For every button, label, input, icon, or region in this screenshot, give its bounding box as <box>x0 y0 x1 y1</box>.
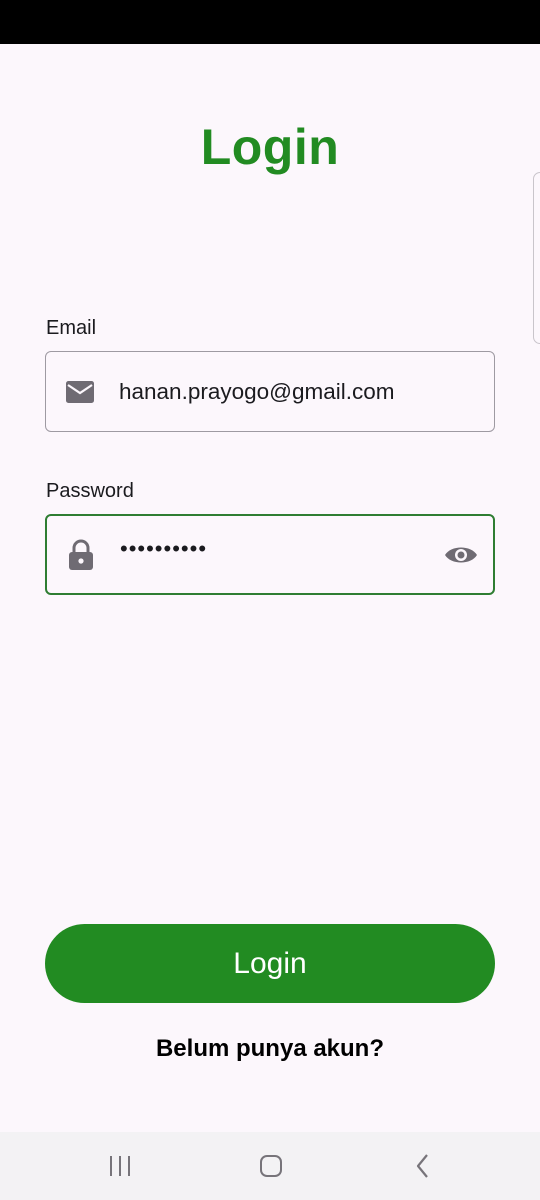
back-icon[interactable] <box>403 1146 443 1186</box>
signup-link[interactable]: Belum punya akun? <box>0 1035 540 1063</box>
password-field[interactable]: •••••••••• <box>45 514 495 595</box>
password-value: •••••••••• <box>120 536 208 561</box>
edge-panel-handle[interactable] <box>533 172 540 344</box>
home-icon[interactable] <box>251 1146 291 1186</box>
email-label: Email <box>46 317 97 339</box>
eye-icon[interactable] <box>443 537 479 573</box>
recents-icon[interactable] <box>100 1146 140 1186</box>
lock-icon <box>65 539 97 571</box>
email-field[interactable]: hanan.prayogo@gmail.com <box>45 351 495 432</box>
page-title: Login <box>200 119 340 175</box>
email-value: hanan.prayogo@gmail.com <box>119 378 395 404</box>
password-label: Password <box>46 480 134 502</box>
navigation-bar <box>0 1132 540 1200</box>
mail-icon <box>64 376 96 408</box>
status-bar <box>0 0 540 44</box>
login-button[interactable]: Login <box>45 924 495 1003</box>
